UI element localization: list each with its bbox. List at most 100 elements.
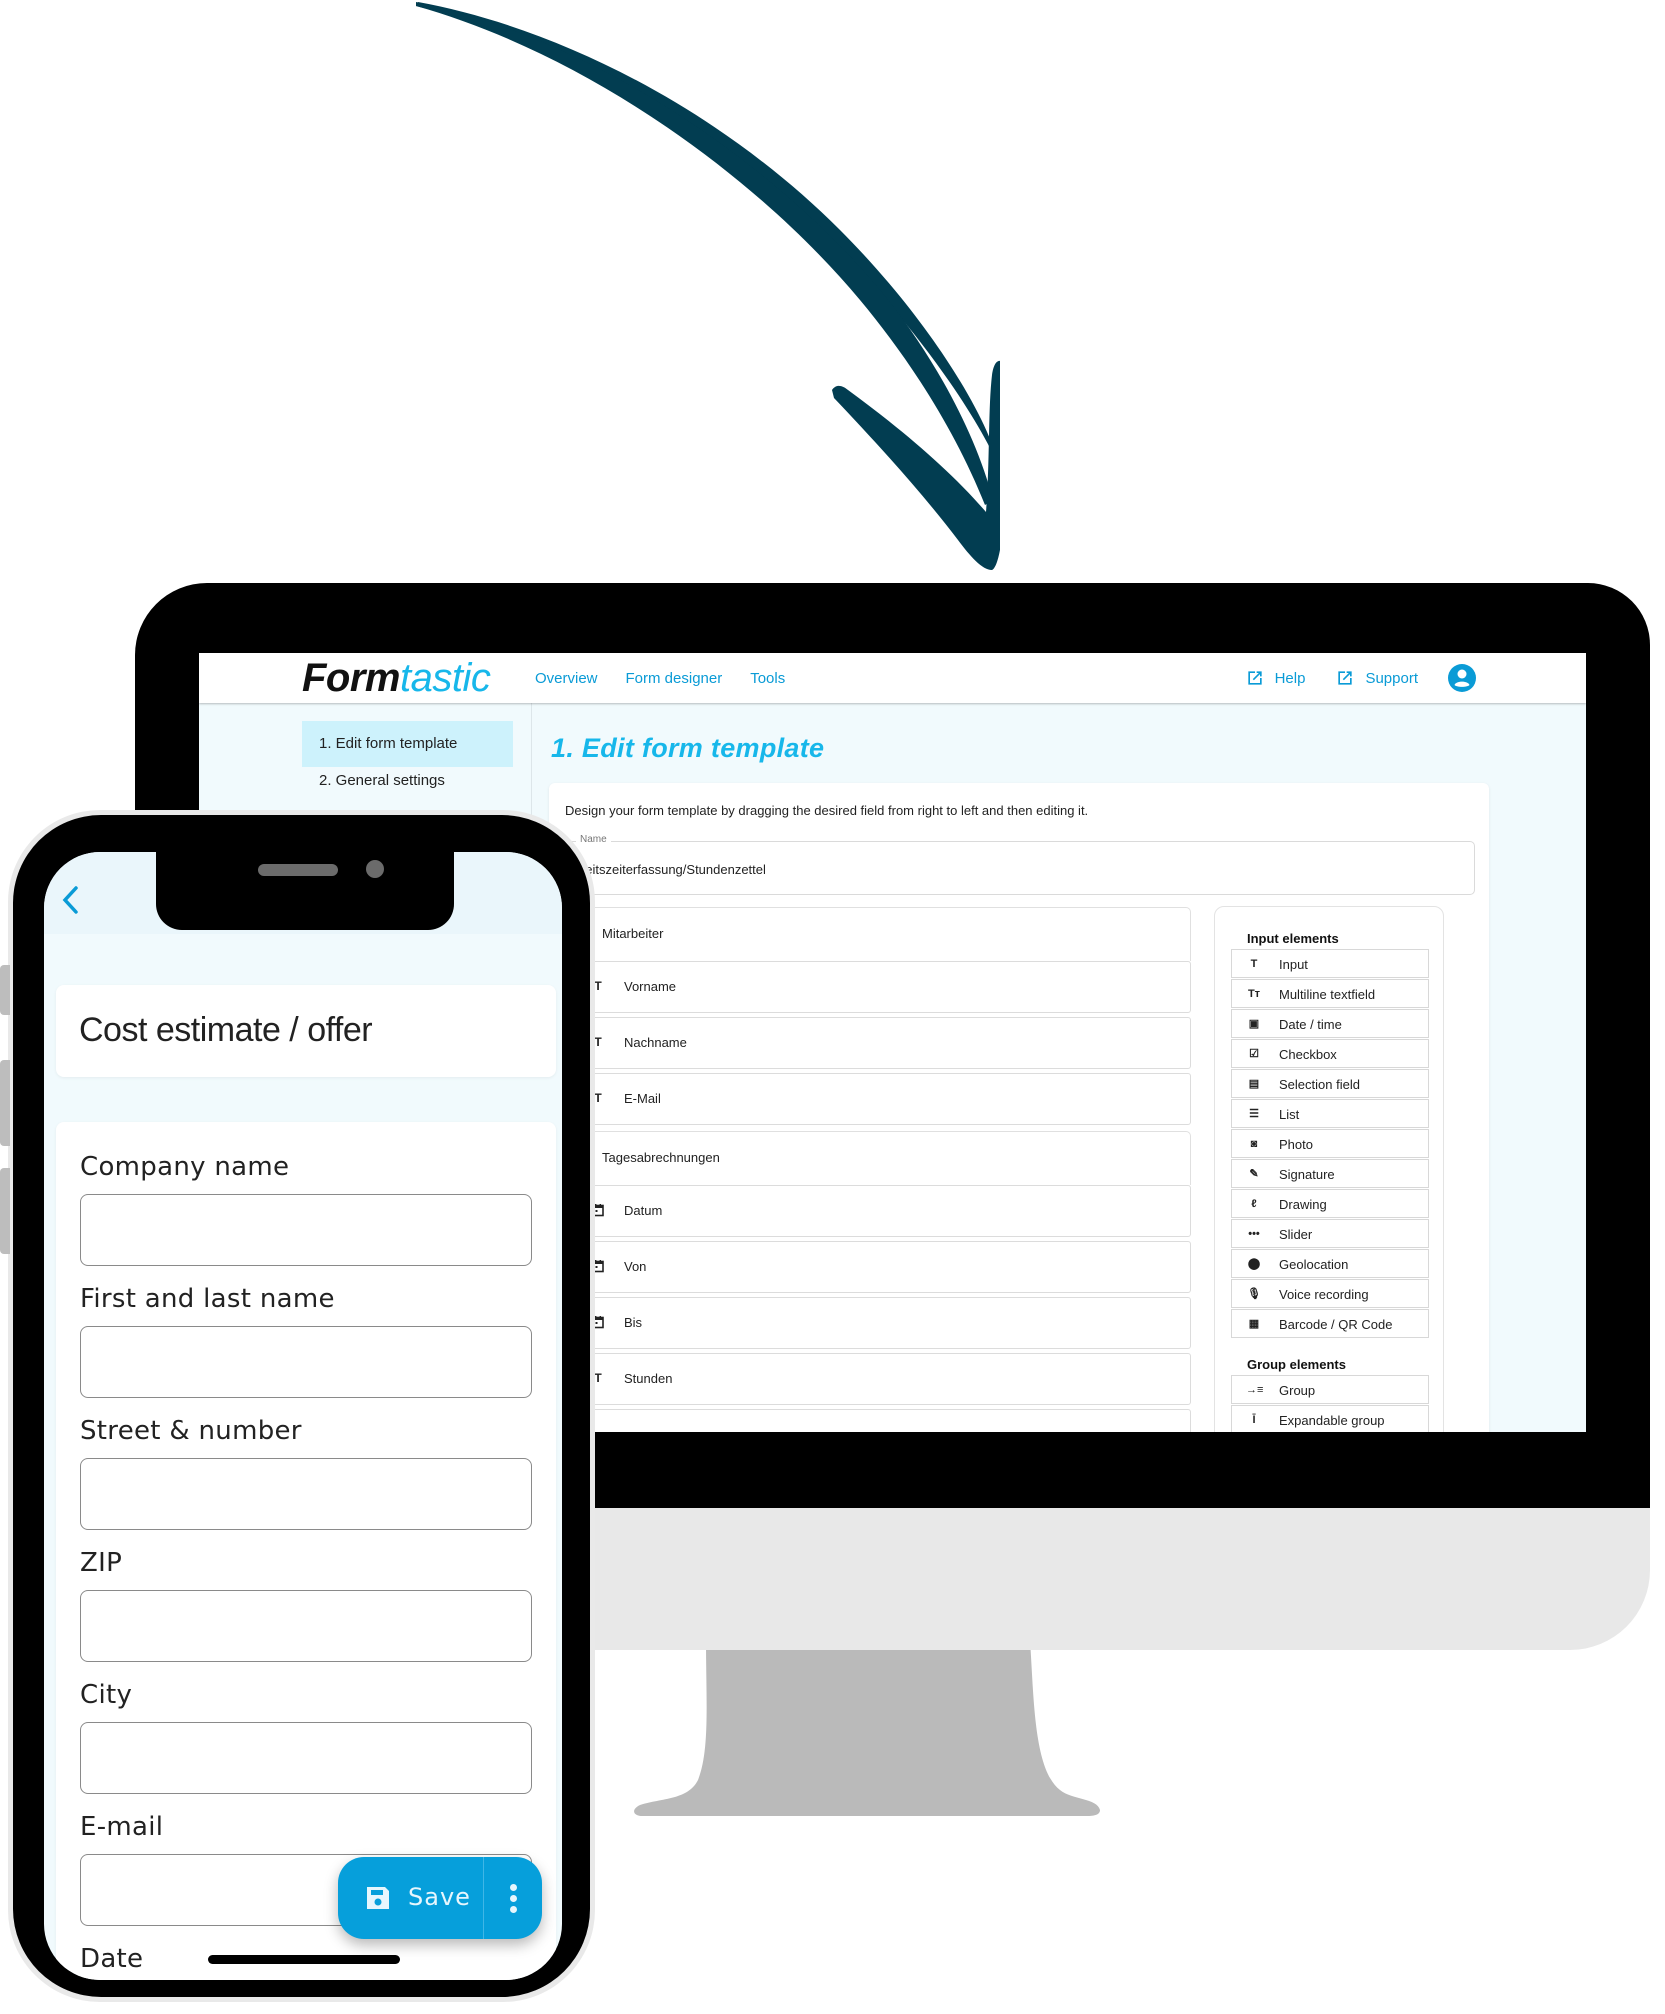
street-number-input[interactable] — [80, 1458, 532, 1530]
city-input[interactable] — [80, 1722, 532, 1794]
field-label: Von — [624, 1259, 647, 1274]
form-field-row[interactable]: Datum — [571, 1185, 1191, 1237]
chevron-left-icon[interactable] — [58, 882, 84, 918]
help-link[interactable]: Help — [1245, 668, 1306, 688]
palette-item-multiline-textfield[interactable]: Tт Multiline textfield — [1231, 979, 1429, 1008]
account-circle-icon[interactable] — [1448, 664, 1476, 692]
arrow-shaft — [416, 2, 1000, 470]
field-label-email: E-mail — [80, 1812, 164, 1842]
mobile-screen: Cost estimate / offer Company name First… — [44, 852, 562, 1980]
palette-item-label: Selection field — [1279, 1077, 1360, 1092]
monitor-stand — [634, 1640, 1100, 1816]
form-field-row[interactable]: T Nachname — [571, 1017, 1191, 1069]
phone-camera — [366, 860, 384, 878]
palette-item-list[interactable]: ☰ List — [1231, 1099, 1429, 1128]
palette-item-label: Drawing — [1279, 1197, 1327, 1212]
group-indent-icon: →≡ — [1246, 1384, 1264, 1396]
form-field-row[interactable]: T Vorname — [571, 961, 1191, 1013]
palette-item-voice-recording[interactable]: 🎙 Voice recording — [1231, 1279, 1429, 1308]
form-title-card: Cost estimate / offer — [56, 985, 556, 1077]
palette-item-label: Expandable group — [1279, 1413, 1385, 1428]
first-last-name-input[interactable] — [80, 1326, 532, 1398]
palette-item-drawing[interactable]: ℓ Drawing — [1231, 1189, 1429, 1218]
form-field-row[interactable] — [571, 1409, 1191, 1432]
page-title: 1. Edit form template — [551, 733, 825, 763]
more-vertical-icon — [510, 1906, 517, 1913]
sidebar-item-general-settings[interactable]: 2. General settings — [302, 758, 513, 804]
camera-icon: ◙ — [1250, 1138, 1258, 1150]
save-fab: Save — [338, 1857, 542, 1939]
form-field-row[interactable]: Von — [571, 1241, 1191, 1293]
field-label-street-number: Street & number — [80, 1416, 302, 1446]
phone-speaker — [258, 864, 338, 876]
form-group-row[interactable]: ☰ Tagesabrechnungen — [561, 1131, 1191, 1185]
field-label-first-last-name: First and last name — [80, 1284, 335, 1314]
input-elements-heading: Input elements — [1247, 931, 1339, 946]
top-navigation: Overview Form designer Tools — [535, 653, 785, 703]
field-label-date: Date — [80, 1944, 144, 1974]
more-options-button[interactable] — [484, 1857, 542, 1939]
palette-item-geolocation[interactable]: ⬤ Geolocation — [1231, 1249, 1429, 1278]
help-label: Help — [1274, 669, 1306, 687]
draw-icon: ℓ — [1251, 1198, 1257, 1210]
phone-volume-down-button — [0, 1168, 10, 1254]
nav-overview[interactable]: Overview — [535, 670, 598, 687]
arrow-shaft-body — [416, 2, 993, 505]
form-fields-panel: ☰ Mitarbeiter T Vorname T Nachname T E-M… — [561, 907, 1191, 1432]
group-label: Mitarbeiter — [602, 926, 664, 941]
palette-item-label: Multiline textfield — [1279, 987, 1376, 1002]
support-link[interactable]: Support — [1335, 668, 1418, 688]
header-actions: Help Support — [1245, 653, 1476, 703]
external-link-icon — [1247, 671, 1262, 685]
palette-item-expandable-group[interactable]: Ī Expandable group — [1231, 1405, 1429, 1432]
expand-vertical-icon: Ī — [1252, 1414, 1256, 1426]
form-editor-card: Design your form template by dragging th… — [549, 783, 1489, 1432]
palette-item-label: Checkbox — [1279, 1047, 1337, 1062]
form-group-row[interactable]: ☰ Mitarbeiter — [561, 907, 1191, 961]
more-vertical-icon — [510, 1884, 517, 1891]
phone-notch — [156, 852, 454, 930]
map-pin-icon: ⬤ — [1247, 1258, 1261, 1270]
home-indicator — [208, 1955, 400, 1964]
calendar-icon: ▣ — [1248, 1018, 1260, 1030]
field-label-zip: ZIP — [80, 1548, 123, 1578]
palette-item-slider[interactable]: ••• Slider — [1231, 1219, 1429, 1248]
field-label: Datum — [624, 1203, 663, 1218]
text-size-icon: Tт — [1247, 988, 1261, 1000]
slider-icon: ••• — [1248, 1228, 1260, 1240]
palette-item-checkbox[interactable]: ☑ Checkbox — [1231, 1039, 1429, 1068]
form-field-row[interactable]: T Stunden — [571, 1353, 1191, 1405]
nav-form-designer[interactable]: Form designer — [626, 670, 723, 687]
list-icon: ☰ — [1249, 1108, 1259, 1120]
company-name-input[interactable] — [80, 1194, 532, 1266]
save-button[interactable]: Save — [338, 1857, 483, 1939]
palette-item-photo[interactable]: ◙ Photo — [1231, 1129, 1429, 1158]
field-label: Bis — [624, 1315, 643, 1330]
nav-tools[interactable]: Tools — [750, 670, 785, 687]
save-label: Save — [408, 1883, 471, 1911]
form-field-row[interactable]: Bis — [571, 1297, 1191, 1349]
microphone-icon: 🎙 — [1247, 1288, 1261, 1300]
pen-icon: ✎ — [1249, 1168, 1259, 1180]
field-label-city: City — [80, 1680, 133, 1710]
field-label: Stunden — [624, 1371, 673, 1386]
form-title: Cost estimate / offer — [79, 1011, 373, 1049]
more-vertical-icon — [510, 1895, 517, 1902]
palette-item-signature[interactable]: ✎ Signature — [1231, 1159, 1429, 1188]
zip-input[interactable] — [80, 1590, 532, 1662]
form-field-row[interactable]: T E-Mail — [571, 1073, 1191, 1125]
formtastic-logo[interactable]: Formtastic — [302, 655, 491, 701]
palette-item-barcode-qr-code[interactable]: ▦ Barcode / QR Code — [1231, 1309, 1429, 1338]
form-name-field[interactable]: Name beitszeiterfassung/Stundenzettel — [561, 834, 1475, 895]
editor-description: Design your form template by dragging th… — [565, 803, 1089, 818]
palette-item-group[interactable]: →≡ Group — [1231, 1375, 1429, 1404]
palette-item-label: Barcode / QR Code — [1279, 1317, 1393, 1332]
palette-item-input[interactable]: T Input — [1231, 949, 1429, 978]
palette-item-label: Signature — [1279, 1167, 1335, 1182]
field-label: E-Mail — [624, 1091, 661, 1106]
palette-item-date-time[interactable]: ▣ Date / time — [1231, 1009, 1429, 1038]
palette-item-label: List — [1279, 1107, 1300, 1122]
element-palette: Input elements T Input Tт Multiline textfie… — [1214, 906, 1444, 1432]
palette-item-selection-field[interactable]: ▤ Selection field — [1231, 1069, 1429, 1098]
mobile-form: Company name First and last name Street … — [56, 1122, 556, 1980]
